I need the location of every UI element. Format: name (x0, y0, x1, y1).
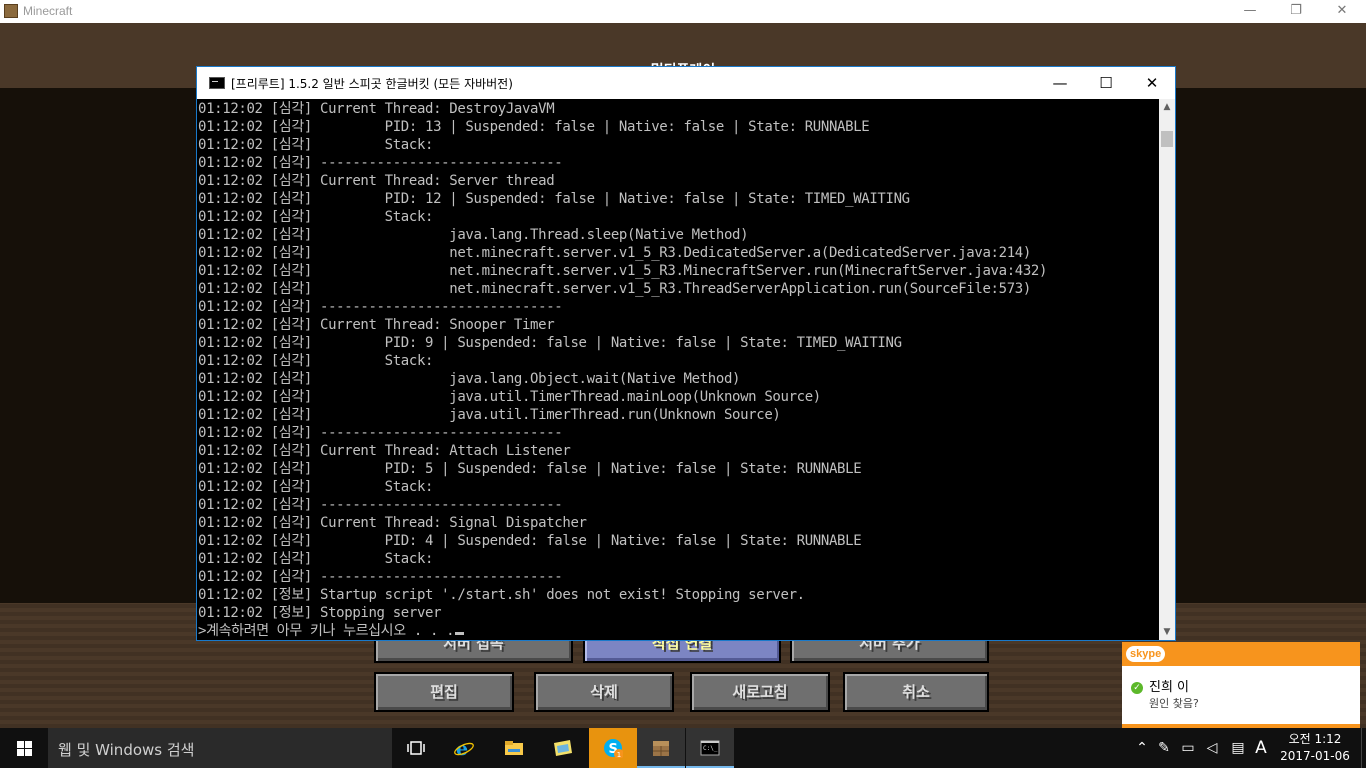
console-line: 01:12:02 [심각] java.lang.Object.wait(Nati… (198, 371, 741, 387)
taskbar: 웹 및 Windows 검색 e S1 C:\_ ⌃ ✎ ▭ ◁ ▤ A 오전 … (0, 728, 1366, 768)
task-view-button[interactable] (392, 728, 440, 768)
console-line: 01:12:02 [심각] --------------------------… (198, 299, 563, 315)
skype-contact-name: 진희 이 (1149, 680, 1190, 695)
console-line: 01:12:02 [심각] java.util.TimerThread.run(… (198, 407, 781, 423)
skype-message-preview: 원인 찾음? (1149, 697, 1199, 710)
command-prompt-taskbar-icon: C:\_ (700, 740, 720, 756)
clock-date: 2017-01-06 (1280, 749, 1350, 763)
console-line: 01:12:02 [심각] net.minecraft.server.v1_5_… (198, 281, 1031, 297)
close-button[interactable]: ✕ (1319, 0, 1365, 23)
console-line: 01:12:02 [심각] Current Thread: Signal Dis… (198, 515, 587, 531)
windows-logo-icon (17, 741, 32, 756)
skype-icon: S1 (604, 739, 623, 758)
skype-notification[interactable]: skype ✓ 진희 이 원인 찾음? (1122, 642, 1360, 728)
skype-badge: 1 (617, 751, 621, 758)
command-prompt-taskbar-button[interactable]: C:\_ (686, 728, 734, 768)
photos-button[interactable] (539, 728, 587, 768)
file-explorer-icon (505, 741, 523, 755)
command-prompt-titlebar[interactable]: [프리루트] 1.5.2 일반 스피곳 한글버킷 (모든 자바버전) — ☐ ✕ (197, 67, 1175, 99)
console-prompt: >계속하려면 아무 키나 누르십시오 . . . (198, 623, 455, 639)
console-line: 01:12:02 [심각] Current Thread: Server thr… (198, 173, 555, 189)
console-line: 01:12:02 [심각] Current Thread: Attach Lis… (198, 443, 571, 459)
photos-icon (554, 740, 572, 756)
cmd-close-button[interactable]: ✕ (1129, 67, 1175, 99)
minimize-button[interactable]: — (1227, 0, 1273, 23)
task-view-icon (407, 741, 425, 755)
minecraft-window-title: Minecraft (23, 4, 73, 18)
console-line: 01:12:02 [심각] PID: 12 | Suspended: false… (198, 191, 910, 207)
file-explorer-button[interactable] (490, 728, 538, 768)
console-line: 01:12:02 [심각] Current Thread: DestroyJav… (198, 101, 555, 117)
command-prompt-icon (209, 77, 225, 89)
console-line: 01:12:02 [심각] net.minecraft.server.v1_5_… (198, 245, 1031, 261)
minecraft-app-icon (4, 4, 18, 18)
console-prompt-line: >계속하려면 아무 키나 누르십시오 . . . (197, 622, 1159, 640)
console-line: 01:12:02 [심각] java.lang.Thread.sleep(Nat… (198, 227, 749, 243)
console-line: 01:12:02 [심각] Current Thread: Snooper Ti… (198, 317, 555, 333)
volume-icon[interactable]: ◁ (1200, 728, 1224, 768)
skype-logo: skype (1126, 646, 1166, 662)
console-line: 01:12:02 [심각] PID: 5 | Suspended: false … (198, 461, 862, 477)
console-line: 01:12:02 [심각] PID: 9 | Suspended: false … (198, 335, 902, 351)
internet-explorer-button[interactable]: e (440, 728, 488, 768)
console-line: 01:12:02 [정보] Startup script './start.sh… (198, 587, 805, 603)
minecraft-icon (653, 741, 669, 756)
search-box[interactable]: 웹 및 Windows 검색 (48, 728, 392, 768)
ime-indicator[interactable]: A (1249, 728, 1273, 768)
search-placeholder: 웹 및 Windows 검색 (58, 741, 195, 759)
refresh-button[interactable]: 새로고침 (690, 672, 830, 712)
action-center-icon[interactable]: ▤ (1226, 728, 1250, 768)
pen-icon[interactable]: ✎ (1152, 728, 1176, 768)
console-line: 01:12:02 [심각] Stack: (198, 209, 434, 225)
svg-text:C:\_: C:\_ (703, 745, 718, 752)
console-line: 01:12:02 [심각] --------------------------… (198, 155, 563, 171)
console-scrollbar[interactable]: ▲ ▼ (1159, 99, 1175, 640)
console-line: 01:12:02 [심각] Stack: (198, 479, 434, 495)
console-line: 01:12:02 [심각] PID: 4 | Suspended: false … (198, 533, 862, 549)
console-line: 01:12:02 [심각] Stack: (198, 353, 434, 369)
minecraft-taskbar-button[interactable] (637, 728, 685, 768)
cmd-maximize-button[interactable]: ☐ (1083, 67, 1129, 99)
console-line: 01:12:02 [심각] Stack: (198, 551, 434, 567)
console-line: 01:12:02 [심각] --------------------------… (198, 497, 563, 513)
console-line: 01:12:02 [정보] Stopping server (198, 605, 442, 621)
online-status-icon: ✓ (1131, 682, 1143, 694)
scroll-up-arrow-icon[interactable]: ▲ (1159, 99, 1175, 115)
delete-button[interactable]: 삭제 (534, 672, 674, 712)
text-cursor (455, 632, 465, 635)
scroll-down-arrow-icon[interactable]: ▼ (1159, 624, 1175, 640)
console-line: 01:12:02 [심각] --------------------------… (198, 425, 563, 441)
console-line: 01:12:02 [심각] --------------------------… (198, 569, 563, 585)
minecraft-titlebar: Minecraft — ❐ ✕ (0, 0, 1366, 23)
console-line: 01:12:02 [심각] PID: 13 | Suspended: false… (198, 119, 870, 135)
console-line: 01:12:02 [심각] Stack: (198, 137, 434, 153)
battery-icon[interactable]: ▭ (1176, 728, 1200, 768)
restore-button[interactable]: ❐ (1273, 0, 1319, 23)
internet-explorer-icon: e (454, 738, 474, 758)
command-prompt-title: [프리루트] 1.5.2 일반 스피곳 한글버킷 (모든 자바버전) (231, 77, 513, 91)
scroll-thumb[interactable] (1161, 131, 1173, 147)
skype-taskbar-button[interactable]: S1 (589, 728, 637, 768)
cancel-button[interactable]: 취소 (843, 672, 989, 712)
clock-time: 오전 1:12 (1288, 732, 1342, 746)
start-button[interactable] (0, 728, 48, 768)
console-line: 01:12:02 [심각] net.minecraft.server.v1_5_… (198, 263, 1048, 279)
console-output[interactable]: 01:12:02 [심각] Current Thread: DestroyJav… (197, 99, 1159, 640)
cmd-minimize-button[interactable]: — (1037, 67, 1083, 99)
clock[interactable]: 오전 1:12 2017-01-06 (1278, 731, 1352, 765)
skype-notification-header: skype (1122, 642, 1360, 666)
show-hidden-icons-button[interactable]: ⌃ (1130, 728, 1154, 768)
edit-button[interactable]: 편집 (374, 672, 514, 712)
console-lines: 01:12:02 [심각] Current Thread: DestroyJav… (197, 100, 1159, 622)
show-desktop-button[interactable] (1361, 728, 1366, 768)
command-prompt-window[interactable]: [프리루트] 1.5.2 일반 스피곳 한글버킷 (모든 자바버전) — ☐ ✕… (196, 66, 1176, 641)
console-line: 01:12:02 [심각] java.util.TimerThread.main… (198, 389, 821, 405)
